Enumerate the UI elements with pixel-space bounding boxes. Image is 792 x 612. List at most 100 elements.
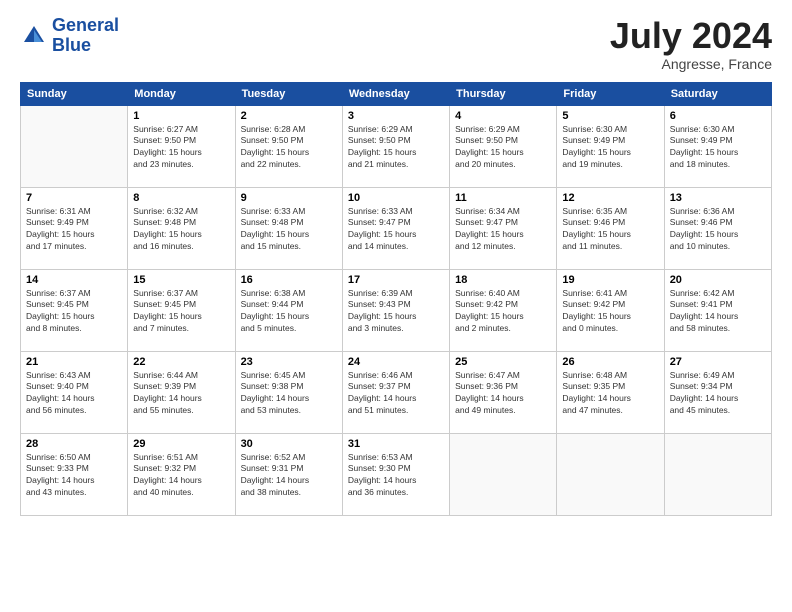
calendar-week-row: 21Sunrise: 6:43 AM Sunset: 9:40 PM Dayli… [21, 351, 772, 433]
day-number: 17 [348, 274, 444, 286]
calendar-cell: 29 Sunrise: 6:51 AM Sunset: 9:32 PM Dayli… [128, 433, 235, 515]
calendar-cell: 17 Sunrise: 6:39 AM Sunset: 9:43 PM Dayli… [342, 269, 449, 351]
day-number: 10 [348, 192, 444, 204]
day-header-sunday: Sunday [21, 82, 128, 105]
title-block: July 2024 Angresse, France [610, 16, 772, 72]
day-header-friday: Friday [557, 82, 664, 105]
day-number: 31 [348, 438, 444, 450]
day-number: 29 [133, 438, 229, 450]
day-number: 23 [241, 356, 337, 368]
day-header-saturday: Saturday [664, 82, 771, 105]
day-info: Sunrise: 6:30 AM Sunset: 9:49 PM Dayligh… [562, 124, 658, 172]
calendar-cell: 22 Sunrise: 6:44 AM Sunset: 9:39 PM Dayli… [128, 351, 235, 433]
day-number: 8 [133, 192, 229, 204]
calendar-cell: 25 Sunrise: 6:47 AM Sunset: 9:36 PM Dayli… [450, 351, 557, 433]
calendar-cell: 16 Sunrise: 6:38 AM Sunset: 9:44 PM Dayli… [235, 269, 342, 351]
calendar-cell: 30Sunrise: 6:52 AM Sunset: 9:31 PM Dayli… [235, 433, 342, 515]
calendar-cell: 20 Sunrise: 6:42 AM Sunset: 9:41 PM Dayli… [664, 269, 771, 351]
calendar-cell: 1Sunrise: 6:27 AM Sunset: 9:50 PM Daylig… [128, 105, 235, 187]
day-info: Sunrise: 6:30 AM Sunset: 9:49 PM Dayligh… [670, 124, 766, 172]
calendar-cell: 5 Sunrise: 6:30 AM Sunset: 9:49 PM Daylig… [557, 105, 664, 187]
day-info: Sunrise: 6:34 AM Sunset: 9:47 PM Dayligh… [455, 206, 551, 254]
calendar-cell [557, 433, 664, 515]
day-number: 27 [670, 356, 766, 368]
calendar-cell [664, 433, 771, 515]
calendar-week-row: 14 Sunrise: 6:37 AM Sunset: 9:45 PM Dayli… [21, 269, 772, 351]
day-info: Sunrise: 6:49 AM Sunset: 9:34 PM Dayligh… [670, 370, 766, 418]
day-number: 6 [670, 110, 766, 122]
day-info: Sunrise: 6:50 AM Sunset: 9:33 PM Dayligh… [26, 452, 122, 500]
day-number: 5 [562, 110, 658, 122]
day-number: 22 [133, 356, 229, 368]
calendar-cell: 4 Sunrise: 6:29 AM Sunset: 9:50 PM Daylig… [450, 105, 557, 187]
calendar-week-row: 7 Sunrise: 6:31 AM Sunset: 9:49 PM Daylig… [21, 187, 772, 269]
calendar-cell: 8 Sunrise: 6:32 AM Sunset: 9:48 PM Daylig… [128, 187, 235, 269]
calendar-cell: 21Sunrise: 6:43 AM Sunset: 9:40 PM Dayli… [21, 351, 128, 433]
calendar-cell: 11 Sunrise: 6:34 AM Sunset: 9:47 PM Dayli… [450, 187, 557, 269]
logo-icon [20, 22, 48, 50]
calendar-cell: 2 Sunrise: 6:28 AM Sunset: 9:50 PM Daylig… [235, 105, 342, 187]
day-number: 14 [26, 274, 122, 286]
day-info: Sunrise: 6:29 AM Sunset: 9:50 PM Dayligh… [455, 124, 551, 172]
calendar-cell: 19Sunrise: 6:41 AM Sunset: 9:42 PM Dayli… [557, 269, 664, 351]
calendar-week-row: 1Sunrise: 6:27 AM Sunset: 9:50 PM Daylig… [21, 105, 772, 187]
day-info: Sunrise: 6:29 AM Sunset: 9:50 PM Dayligh… [348, 124, 444, 172]
day-info: Sunrise: 6:33 AM Sunset: 9:48 PM Dayligh… [241, 206, 337, 254]
day-info: Sunrise: 6:47 AM Sunset: 9:36 PM Dayligh… [455, 370, 551, 418]
day-number: 2 [241, 110, 337, 122]
day-info: Sunrise: 6:33 AM Sunset: 9:47 PM Dayligh… [348, 206, 444, 254]
day-info: Sunrise: 6:38 AM Sunset: 9:44 PM Dayligh… [241, 288, 337, 336]
day-header-wednesday: Wednesday [342, 82, 449, 105]
day-info: Sunrise: 6:31 AM Sunset: 9:49 PM Dayligh… [26, 206, 122, 254]
calendar-cell: 15 Sunrise: 6:37 AM Sunset: 9:45 PM Dayli… [128, 269, 235, 351]
calendar-cell: 9 Sunrise: 6:33 AM Sunset: 9:48 PM Daylig… [235, 187, 342, 269]
day-number: 1 [133, 110, 229, 122]
day-info: Sunrise: 6:42 AM Sunset: 9:41 PM Dayligh… [670, 288, 766, 336]
calendar-cell: 26 Sunrise: 6:48 AM Sunset: 9:35 PM Dayli… [557, 351, 664, 433]
day-number: 15 [133, 274, 229, 286]
day-info: Sunrise: 6:32 AM Sunset: 9:48 PM Dayligh… [133, 206, 229, 254]
calendar-week-row: 28 Sunrise: 6:50 AM Sunset: 9:33 PM Dayli… [21, 433, 772, 515]
day-number: 25 [455, 356, 551, 368]
calendar-cell: 23 Sunrise: 6:45 AM Sunset: 9:38 PM Dayli… [235, 351, 342, 433]
logo-text: General Blue [52, 16, 119, 56]
month-title: July 2024 [610, 16, 772, 56]
calendar-cell [450, 433, 557, 515]
day-number: 4 [455, 110, 551, 122]
day-info: Sunrise: 6:45 AM Sunset: 9:38 PM Dayligh… [241, 370, 337, 418]
day-number: 3 [348, 110, 444, 122]
day-header-monday: Monday [128, 82, 235, 105]
calendar-cell: 12 Sunrise: 6:35 AM Sunset: 9:46 PM Dayli… [557, 187, 664, 269]
day-number: 16 [241, 274, 337, 286]
day-number: 20 [670, 274, 766, 286]
day-info: Sunrise: 6:39 AM Sunset: 9:43 PM Dayligh… [348, 288, 444, 336]
day-number: 11 [455, 192, 551, 204]
calendar-cell: 3 Sunrise: 6:29 AM Sunset: 9:50 PM Daylig… [342, 105, 449, 187]
day-info: Sunrise: 6:37 AM Sunset: 9:45 PM Dayligh… [26, 288, 122, 336]
calendar-cell: 28 Sunrise: 6:50 AM Sunset: 9:33 PM Dayli… [21, 433, 128, 515]
day-number: 12 [562, 192, 658, 204]
page: General Blue July 2024 Angresse, France … [0, 0, 792, 612]
day-number: 9 [241, 192, 337, 204]
calendar-cell: 31 Sunrise: 6:53 AM Sunset: 9:30 PM Dayli… [342, 433, 449, 515]
day-info: Sunrise: 6:28 AM Sunset: 9:50 PM Dayligh… [241, 124, 337, 172]
calendar-cell: 18Sunrise: 6:40 AM Sunset: 9:42 PM Dayli… [450, 269, 557, 351]
day-number: 28 [26, 438, 122, 450]
day-info: Sunrise: 6:37 AM Sunset: 9:45 PM Dayligh… [133, 288, 229, 336]
day-number: 7 [26, 192, 122, 204]
day-info: Sunrise: 6:36 AM Sunset: 9:46 PM Dayligh… [670, 206, 766, 254]
day-info: Sunrise: 6:48 AM Sunset: 9:35 PM Dayligh… [562, 370, 658, 418]
day-info: Sunrise: 6:44 AM Sunset: 9:39 PM Dayligh… [133, 370, 229, 418]
day-header-tuesday: Tuesday [235, 82, 342, 105]
day-info: Sunrise: 6:53 AM Sunset: 9:30 PM Dayligh… [348, 452, 444, 500]
day-info: Sunrise: 6:35 AM Sunset: 9:46 PM Dayligh… [562, 206, 658, 254]
calendar-cell [21, 105, 128, 187]
day-number: 13 [670, 192, 766, 204]
day-info: Sunrise: 6:51 AM Sunset: 9:32 PM Dayligh… [133, 452, 229, 500]
calendar-cell: 27 Sunrise: 6:49 AM Sunset: 9:34 PM Dayli… [664, 351, 771, 433]
calendar-header-row: SundayMondayTuesdayWednesdayThursdayFrid… [21, 82, 772, 105]
day-info: Sunrise: 6:41 AM Sunset: 9:42 PM Dayligh… [562, 288, 658, 336]
day-number: 26 [562, 356, 658, 368]
day-info: Sunrise: 6:46 AM Sunset: 9:37 PM Dayligh… [348, 370, 444, 418]
calendar-cell: 10 Sunrise: 6:33 AM Sunset: 9:47 PM Dayli… [342, 187, 449, 269]
